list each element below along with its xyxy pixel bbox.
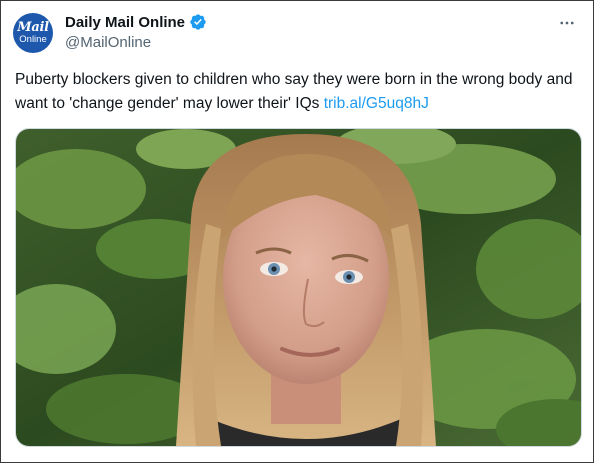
tweet-text: Puberty blockers given to children who s…: [15, 68, 581, 116]
tweet-link[interactable]: trib.al/G5uq8hJ: [324, 95, 429, 112]
tweet-card[interactable]: Mail Online Daily Mail Online @MailOnlin…: [0, 0, 594, 463]
more-horizontal-icon[interactable]: [555, 11, 579, 35]
tweet-body: Puberty blockers given to children who s…: [15, 71, 573, 112]
portrait-photo: [16, 129, 581, 446]
author-name-row: Daily Mail Online: [65, 13, 207, 31]
author-avatar[interactable]: Mail Online: [13, 13, 53, 53]
author-handle[interactable]: @MailOnline: [65, 34, 151, 51]
tweet-media-image[interactable]: [15, 128, 582, 447]
avatar-logo-text: Mail: [17, 20, 49, 36]
avatar-logo-subtext: Online: [19, 34, 47, 46]
verified-badge-icon: [189, 13, 207, 31]
author-display-name[interactable]: Daily Mail Online: [65, 14, 185, 31]
